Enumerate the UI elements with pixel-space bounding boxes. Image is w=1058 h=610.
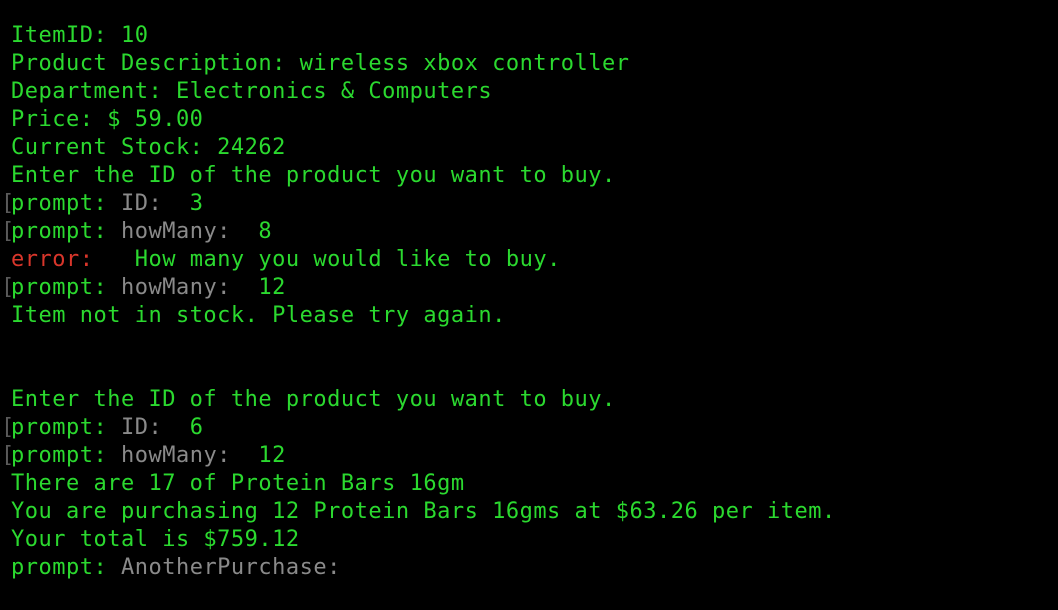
prompt-prefix: prompt: (11, 415, 121, 440)
prompt-label: howMany: (120, 275, 231, 300)
bracket-marker: [ (1, 443, 15, 468)
bracket-marker: [ (1, 275, 15, 300)
prompt-input-value: 3 (162, 191, 204, 216)
error-message: How many you would like to buy. (93, 247, 561, 272)
prompt-line-another-purchase[interactable]: prompt: AnotherPurchase: (0, 554, 1058, 582)
output-price: Price: $ 59.00 (11, 107, 204, 132)
prompt-label: howMany: (120, 219, 231, 244)
prompt-input-value: 6 (162, 415, 204, 440)
output-stock-count: There are 17 of Protein Bars 16gm (11, 471, 465, 496)
prompt-input-value: 12 (230, 275, 286, 300)
output-department: Department: Electronics & Computers (11, 79, 493, 104)
prompt-prefix: prompt: (11, 219, 121, 244)
bracket-marker: [ (1, 191, 15, 216)
prompt-prefix: prompt: (11, 555, 121, 580)
prompt-line-id: [prompt: ID: 3 (0, 190, 1058, 218)
prompt-prefix: prompt: (11, 275, 121, 300)
prompt-line-howmany: [prompt: howMany: 12 (0, 442, 1058, 470)
prompt-prefix: prompt: (11, 191, 121, 216)
output-total: Your total is $759.12 (11, 527, 300, 552)
prompt-input-value: 12 (230, 443, 286, 468)
bracket-marker: [ (1, 219, 15, 244)
output-product-description: Product Description: wireless xbox contr… (11, 51, 630, 76)
output-enter-id-instruction: Enter the ID of the product you want to … (11, 163, 616, 188)
error-prefix: error: (11, 247, 94, 272)
prompt-label: AnotherPurchase: (120, 555, 341, 580)
prompt-line-howmany: [prompt: howMany: 12 (0, 274, 1058, 302)
prompt-input-value: 8 (230, 219, 273, 244)
bracket-marker: [ (1, 415, 15, 440)
output-not-in-stock: Item not in stock. Please try again. (11, 303, 506, 328)
prompt-prefix: prompt: (11, 443, 121, 468)
output-item-id: ItemID: 10 (11, 23, 149, 48)
error-line: error: How many you would like to buy. (0, 246, 1058, 274)
prompt-label: ID: (120, 191, 163, 216)
prompt-line-howmany: [prompt: howMany: 8 (0, 218, 1058, 246)
output-enter-id-instruction: Enter the ID of the product you want to … (11, 387, 616, 412)
output-purchase-summary: You are purchasing 12 Protein Bars 16gms… (11, 499, 836, 524)
prompt-label: howMany: (120, 443, 231, 468)
prompt-line-id: [prompt: ID: 6 (0, 414, 1058, 442)
output-current-stock: Current Stock: 24262 (11, 135, 286, 160)
prompt-label: ID: (120, 415, 163, 440)
terminal-window[interactable]: ItemID: 10 Product Description: wireless… (0, 22, 1058, 582)
